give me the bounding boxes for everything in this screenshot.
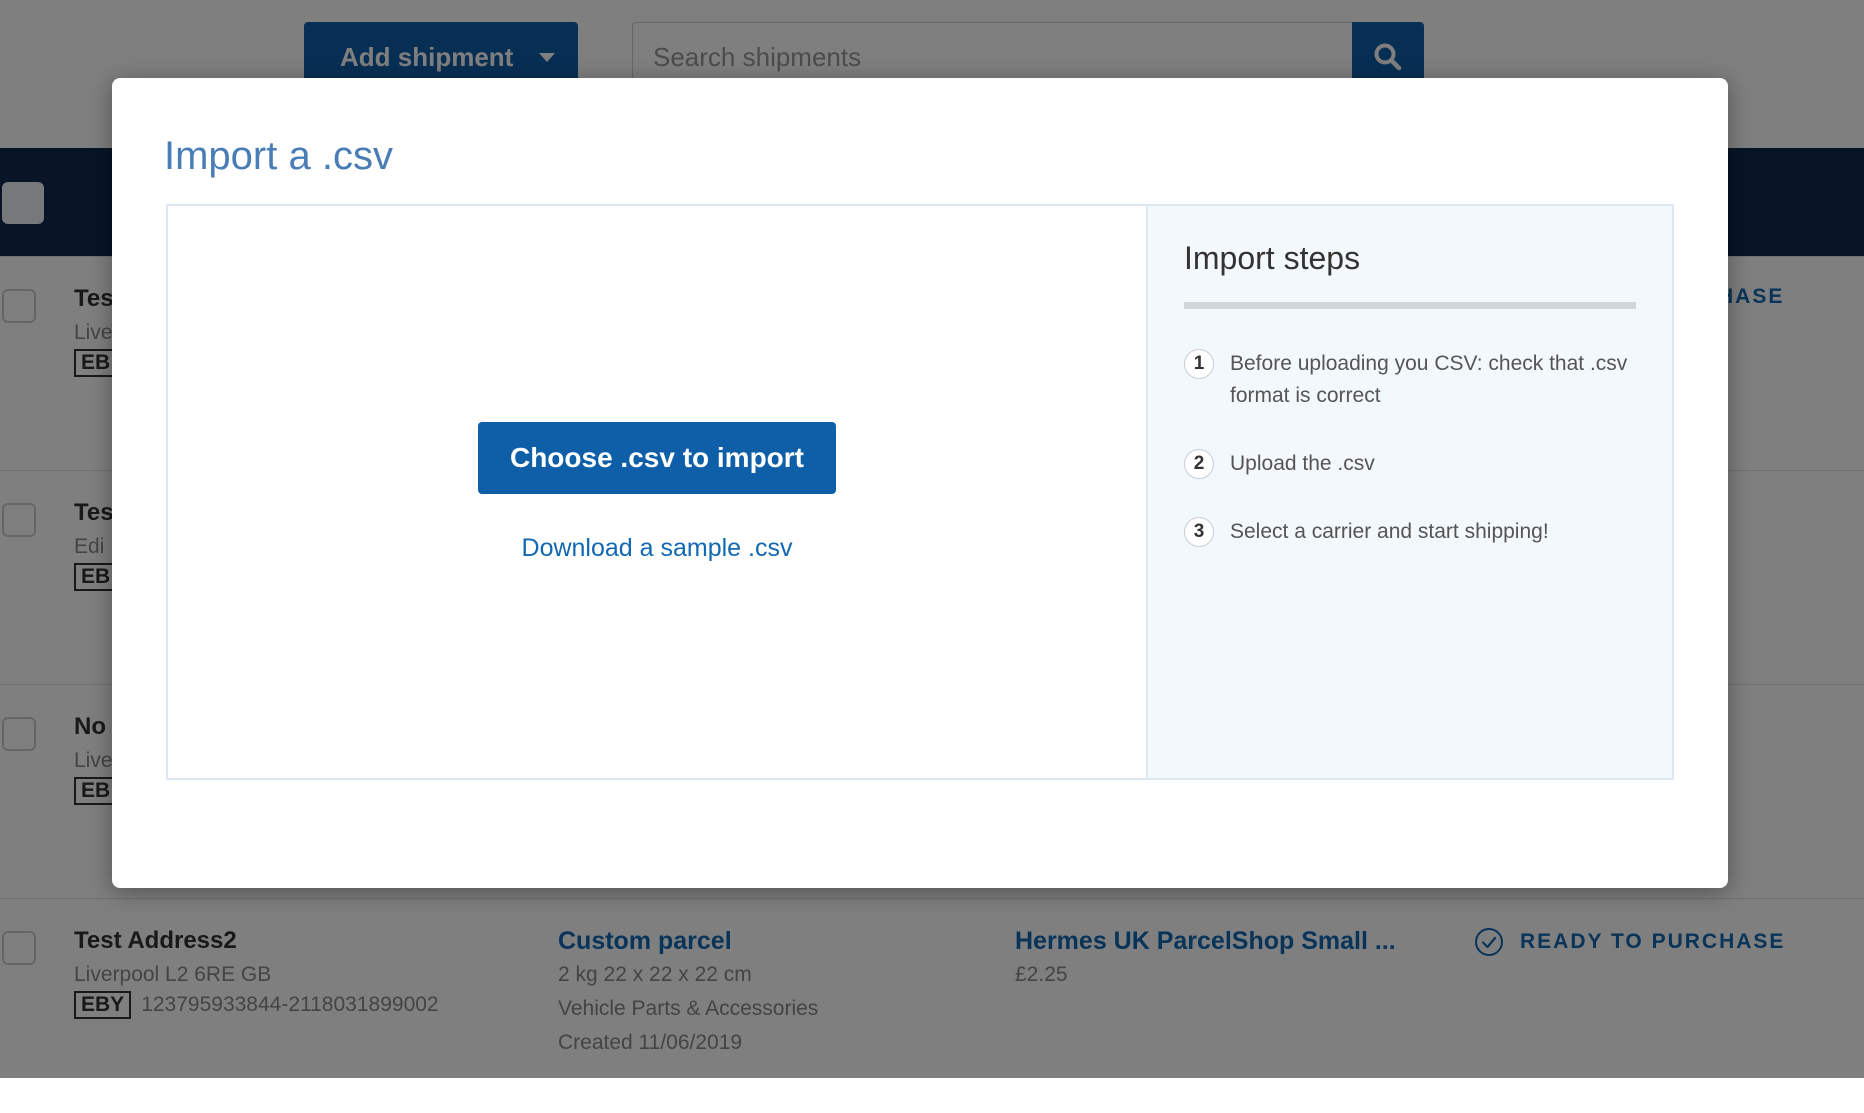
step-text: Before uploading you CSV: check that .cs… bbox=[1230, 352, 1628, 407]
download-sample-link[interactable]: Download a sample .csv bbox=[168, 534, 994, 563]
choose-csv-button[interactable]: Choose .csv to import bbox=[478, 422, 836, 494]
step-text: Select a carrier and start shipping! bbox=[1230, 520, 1549, 543]
step-number: 3 bbox=[1184, 517, 1214, 547]
step-item: 3 Select a carrier and start shipping! bbox=[1184, 517, 1636, 548]
dialog-body: Choose .csv to import Download a sample … bbox=[166, 204, 1674, 780]
steps-divider bbox=[1184, 302, 1636, 309]
steps-title: Import steps bbox=[1184, 240, 1361, 276]
step-number: 1 bbox=[1184, 349, 1214, 379]
step-text: Upload the .csv bbox=[1230, 452, 1375, 475]
step-item: 1 Before uploading you CSV: check that .… bbox=[1184, 349, 1636, 412]
step-item: 2 Upload the .csv bbox=[1184, 449, 1636, 480]
import-steps-panel: Import steps 1 Before uploading you CSV:… bbox=[1148, 206, 1672, 778]
import-csv-dialog: Import a .csv Choose .csv to import Down… bbox=[112, 78, 1728, 888]
upload-pane: Choose .csv to import Download a sample … bbox=[168, 206, 1148, 778]
step-number: 2 bbox=[1184, 449, 1214, 479]
dialog-title: Import a .csv bbox=[164, 134, 393, 178]
